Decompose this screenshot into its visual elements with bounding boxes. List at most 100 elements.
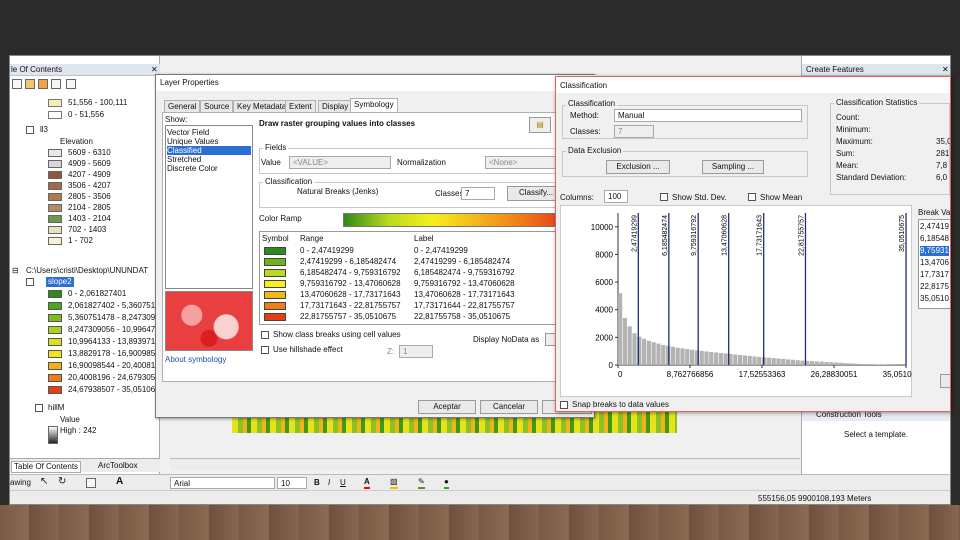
toc-header: le Of Contents ✕ (10, 64, 160, 76)
ok-button[interactable]: Aceptar (418, 400, 476, 414)
histogram-bar (757, 356, 762, 365)
class-range[interactable]: 9,759316792 - 13,47060628 (300, 279, 401, 289)
class-symbol-swatch[interactable] (264, 280, 286, 288)
exclusion-button[interactable]: Exclusion ... (606, 160, 670, 174)
class-label[interactable]: 17,73171644 - 22,81755757 (414, 301, 515, 311)
italic-icon[interactable]: I (328, 478, 330, 488)
tab-key-metadata[interactable]: Key Metadata (233, 100, 291, 112)
classes-select[interactable]: 7 (614, 125, 654, 138)
show-item[interactable]: Classified (167, 146, 251, 155)
list-by-selection-icon[interactable] (51, 79, 61, 89)
break-value[interactable]: 2,47419 (920, 222, 949, 232)
snap-breaks-checkbox[interactable] (560, 401, 568, 409)
text-tool-icon[interactable]: A (116, 477, 123, 487)
show-item[interactable]: Unique Values (167, 137, 251, 146)
class-range[interactable]: 22,81755757 - 35,0510675 (300, 312, 396, 322)
classes-select[interactable]: 7 (461, 187, 495, 200)
tab-table-of-contents[interactable]: Table Of Contents (11, 461, 82, 473)
map-scroll-bar[interactable] (170, 458, 800, 470)
tab-source[interactable]: Source (200, 100, 234, 112)
histogram-chart[interactable]: 10000 8000 6000 4000 2000 00 8,762766856 17,525… (560, 205, 912, 397)
class-symbol-swatch[interactable] (264, 258, 286, 266)
underline-icon[interactable]: U (340, 478, 346, 488)
cancel-button[interactable]: Cancelar (480, 400, 538, 414)
font-size-field[interactable]: 10 (277, 477, 307, 489)
show-item[interactable]: Discrete Color (167, 164, 251, 173)
class-range[interactable]: 13,47060628 - 17,73171643 (300, 290, 401, 300)
class-range[interactable]: 17,73171643 - 22,81755757 (300, 301, 401, 311)
list-by-source-icon[interactable] (25, 79, 35, 89)
fill-color-icon[interactable]: ▧ (390, 477, 398, 489)
close-icon[interactable]: ✕ (942, 65, 949, 75)
class-symbol-swatch[interactable] (264, 269, 286, 277)
normalization-select[interactable]: <None> (485, 156, 565, 169)
tab-symbology[interactable]: Symbology (350, 98, 398, 112)
slope-layer-name[interactable]: slope2 (46, 277, 74, 287)
ok-button-classification[interactable] (940, 374, 950, 388)
hill-visibility-checkbox[interactable] (35, 404, 43, 412)
histogram-bar (810, 361, 815, 365)
slope-visibility-checkbox[interactable] (26, 278, 34, 286)
break-value[interactable]: 6,18548 (920, 234, 949, 244)
line-color-icon[interactable]: ✎ (418, 477, 425, 489)
method-select[interactable]: Manual (614, 109, 802, 122)
class-range[interactable]: 6,185482474 - 9,759316792 (300, 268, 401, 278)
break-value[interactable]: 13,4706 (920, 258, 949, 268)
break-value[interactable]: 22,8175 (920, 282, 949, 292)
class-label[interactable]: 9,759316792 - 13,47060628 (414, 279, 515, 289)
color-ramp-select[interactable] (343, 213, 565, 227)
bold-icon[interactable]: B (314, 478, 320, 488)
show-mean-checkbox[interactable] (748, 193, 756, 201)
break-values-list[interactable]: 2,47419 6,18548 9,75931 13,4706 17,7317 22,81… (918, 219, 950, 309)
font-color-icon[interactable]: A (364, 477, 370, 489)
open-icon[interactable]: ▤ (529, 117, 551, 133)
sampling-button[interactable]: Sampling ... (702, 160, 764, 174)
class-symbol-swatch[interactable] (264, 247, 286, 255)
break-value[interactable]: 17,7317 (920, 270, 949, 280)
hill-value-label: Value (60, 415, 80, 424)
class-label[interactable]: 2,47419299 - 6,185482474 (414, 257, 510, 267)
show-std-dev-checkbox[interactable] (660, 193, 668, 201)
tab-display[interactable]: Display (318, 100, 353, 112)
list-by-visibility-icon[interactable] (38, 79, 48, 89)
tab-extent[interactable]: Extent (285, 100, 316, 112)
hill-layer-name[interactable]: hillM (48, 403, 64, 413)
show-item[interactable]: Stretched (167, 155, 251, 164)
class-range[interactable]: 2,47419299 - 6,185482474 (300, 257, 396, 267)
toc-layer-name[interactable]: ll3 (40, 125, 48, 135)
about-symbology-link[interactable]: About symbology (165, 355, 226, 365)
slope-row: 20,4008196 - 24,67930506 (68, 373, 165, 382)
value-field-select[interactable]: <VALUE> (289, 156, 391, 169)
show-breaks-checkbox[interactable] (261, 331, 269, 339)
layer-visibility-checkbox[interactable] (26, 126, 34, 134)
options-icon[interactable] (66, 79, 76, 89)
select-elements-icon[interactable]: ↖ (40, 477, 48, 487)
hillshade-checkbox[interactable] (261, 346, 269, 354)
show-list[interactable]: Vector Field Unique Values Classified Stret… (165, 125, 253, 289)
list-by-drawing-order-icon[interactable] (12, 79, 22, 89)
break-value[interactable]: 35,0510 (920, 294, 949, 304)
class-range[interactable]: 0 - 2,47419299 (300, 246, 354, 256)
rectangle-tool-icon[interactable] (86, 478, 96, 488)
marker-color-icon[interactable]: ● (444, 477, 449, 489)
show-item[interactable]: Vector Field (167, 128, 251, 137)
class-label[interactable]: 0 - 2,47419299 (414, 246, 468, 256)
break-value[interactable]: 9,75931 (920, 246, 949, 256)
expand-icon[interactable]: ⊟ (12, 266, 19, 276)
class-symbol-swatch[interactable] (264, 302, 286, 310)
class-label[interactable]: 13,47060628 - 17,73171643 (414, 290, 515, 300)
histogram-bar (699, 350, 704, 365)
font-name-field[interactable]: Arial (170, 477, 275, 489)
tab-arctoolbox[interactable]: ArcToolbox (96, 461, 140, 471)
class-label[interactable]: 6,185482474 - 9,759316792 (414, 268, 515, 278)
class-symbol-swatch[interactable] (264, 313, 286, 321)
status-bar: 555156,05 9900108,193 Meters (10, 490, 950, 504)
rotate-icon[interactable]: ↻ (58, 477, 66, 487)
z-field[interactable]: 1 (399, 345, 433, 358)
toc-panel: le Of Contents ✕ 51,556 - 100,111 0 - 51… (10, 56, 169, 474)
columns-field[interactable]: 100 (604, 190, 628, 203)
tab-general[interactable]: General (164, 100, 201, 112)
class-label[interactable]: 22,81755758 - 35,0510675 (414, 312, 510, 322)
class-symbol-swatch[interactable] (264, 291, 286, 299)
toc-top-row-1: 51,556 - 100,111 (68, 98, 128, 107)
